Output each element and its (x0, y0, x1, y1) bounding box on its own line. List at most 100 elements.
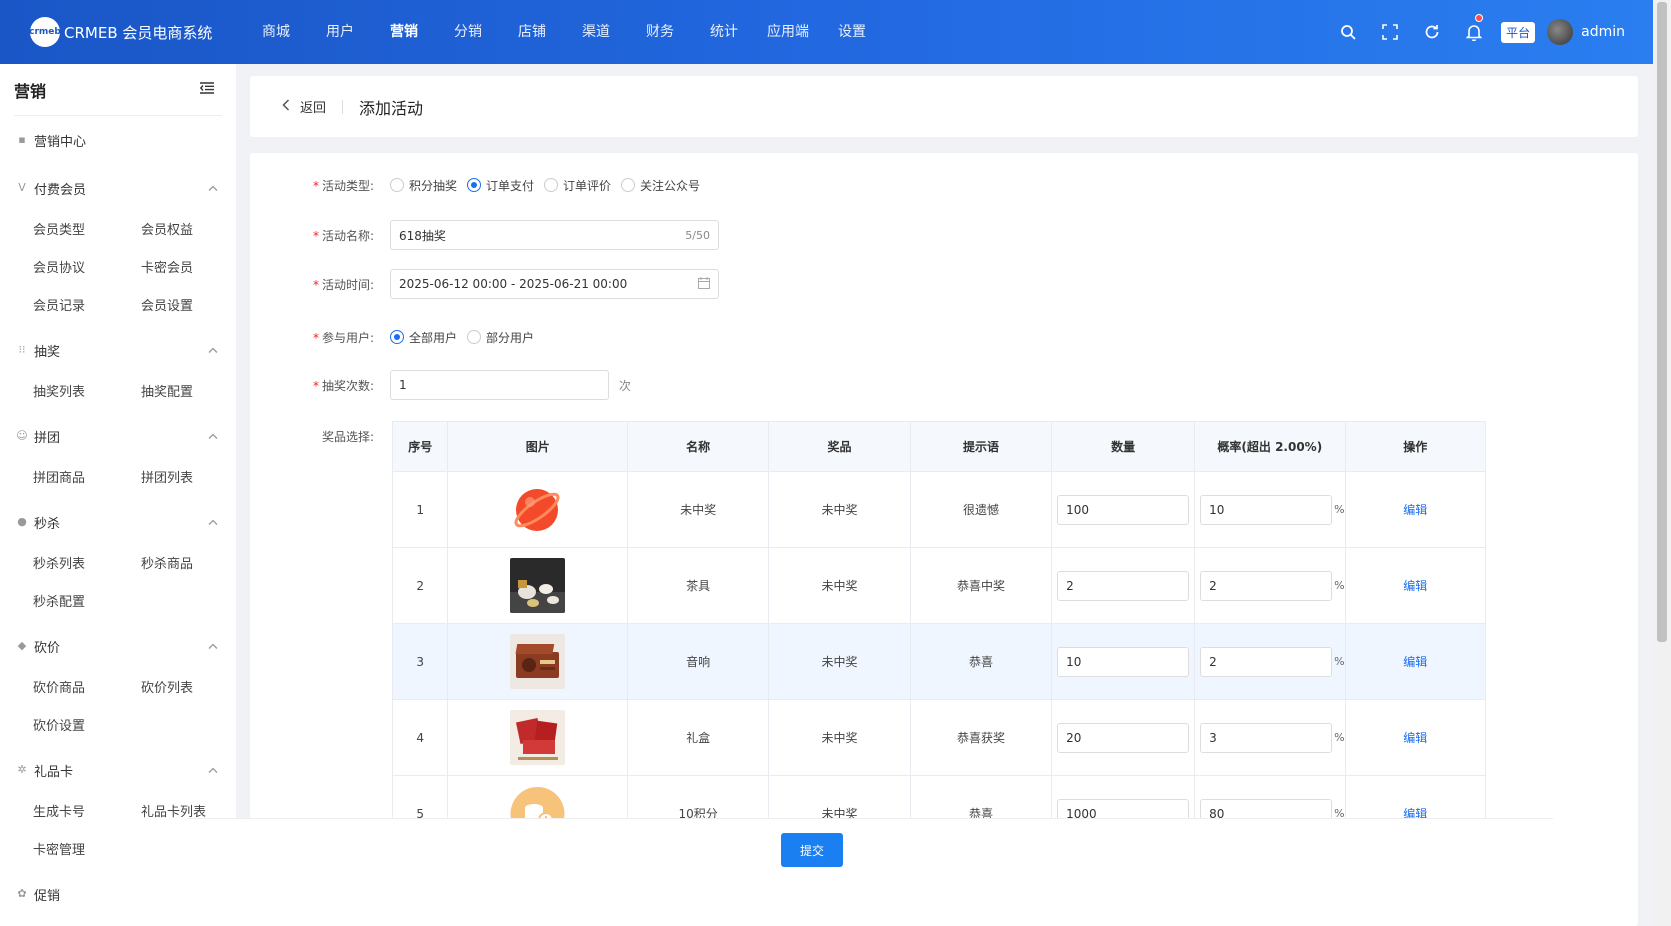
edit-link[interactable]: 编辑 (1403, 503, 1427, 517)
activity-name-input[interactable]: 618抽奖 5/50 (390, 220, 719, 250)
activity-time-picker[interactable]: 2025-06-12 00:00 - 2025-06-21 00:00 (390, 269, 719, 299)
radio-option[interactable]: 部分用户 (467, 329, 534, 346)
tag-icon: ◆ (17, 639, 27, 652)
radio-circle[interactable] (390, 330, 404, 344)
radio-circle[interactable] (390, 178, 404, 192)
sidebar-item[interactable]: 秒杀商品 (141, 546, 249, 584)
edit-link[interactable]: 编辑 (1403, 579, 1427, 593)
sidebar-item[interactable]: 会员类型 (33, 212, 141, 250)
edit-link[interactable]: 编辑 (1403, 655, 1427, 669)
sidebar-item[interactable]: 生成卡号 (33, 794, 141, 832)
sidebar-item[interactable]: 卡密管理 (33, 832, 141, 870)
quantity-input[interactable]: 100 (1057, 494, 1190, 525)
search-icon[interactable] (1327, 0, 1369, 64)
sidebar-subgroup: 拼团商品 拼团列表 (0, 460, 236, 498)
radio-option[interactable]: 积分抽奖 (390, 177, 457, 194)
notification-dot (1475, 14, 1484, 22)
percent-sign: % (1334, 503, 1345, 516)
sidebar-subgroup: 会员类型 会员权益 会员协议 卡密会员 会员记录 会员设置 (0, 212, 236, 326)
topnav-item-7[interactable]: 统计 (692, 0, 756, 64)
chevron-up-icon[interactable] (208, 343, 218, 358)
activity-time-label: 活动时间: (321, 277, 374, 292)
sidebar-section-6[interactable]: ✲ 礼品卡 (0, 746, 236, 794)
topnav-item-5[interactable]: 渠道 (564, 0, 628, 64)
radio-circle[interactable] (544, 178, 559, 192)
username[interactable]: admin (1581, 24, 1625, 40)
draw-times-input[interactable]: 1 (390, 370, 609, 400)
topnav-item-6[interactable]: 财务 (628, 0, 692, 64)
sidebar-item[interactable]: 拼团商品 (33, 460, 141, 498)
chevron-up-icon[interactable] (208, 429, 218, 444)
sidebar-item[interactable]: 会员权益 (141, 212, 249, 250)
topnav-item-0[interactable]: 商城 (244, 0, 308, 64)
collapse-menu-icon[interactable] (199, 82, 214, 97)
topnav-item-9[interactable]: 设置 (820, 0, 884, 64)
chevron-up-icon[interactable] (208, 639, 218, 654)
chevron-up-icon[interactable] (208, 515, 218, 530)
radio-option[interactable]: 全部用户 (390, 329, 457, 346)
refresh-icon[interactable] (1411, 0, 1453, 64)
quantity-input[interactable]: 20 (1057, 722, 1190, 753)
sidebar-item[interactable]: 砍价列表 (141, 670, 249, 708)
sidebar-item[interactable]: 秒杀配置 (33, 584, 141, 622)
submit-button[interactable]: 提交 (781, 833, 843, 867)
topnav-item-3[interactable]: 分销 (436, 0, 500, 64)
sidebar-item[interactable]: 会员记录 (33, 288, 141, 326)
back-button[interactable]: 返回 (282, 97, 326, 116)
sidebar-item[interactable]: 会员协议 (33, 250, 141, 288)
sidebar-section-4[interactable]: ● 秒杀 (0, 498, 236, 546)
row-number: 1 (391, 471, 449, 548)
row-number: 4 (391, 699, 449, 776)
sidebar-item[interactable]: 砍价设置 (33, 708, 141, 746)
sidebar-item[interactable]: 秒杀列表 (33, 546, 141, 584)
rate-cell: 2% (1194, 547, 1346, 624)
draw-times-label: 抽奖次数: (321, 378, 374, 393)
scrollbar-thumb[interactable] (1657, 2, 1667, 642)
prize-tip: 恭喜 (909, 623, 1053, 700)
topnav-item-4[interactable]: 店铺 (500, 0, 564, 64)
avatar[interactable] (1547, 19, 1574, 45)
rate-input[interactable]: 3 (1200, 722, 1333, 753)
radio-circle[interactable] (467, 178, 482, 192)
bell-icon[interactable] (1453, 0, 1495, 64)
platform-badge[interactable]: 平台 (1501, 21, 1536, 43)
sidebar-section-2[interactable]: ⁝⁝ 抽奖 (0, 326, 236, 374)
quantity-input[interactable]: 10 (1057, 646, 1190, 677)
rate-input[interactable]: 10 (1200, 494, 1333, 525)
participants-radios: 全部用户 部分用户 (390, 329, 544, 346)
sidebar-item[interactable]: 抽奖配置 (141, 374, 249, 412)
prize-name: 礼盒 (626, 699, 770, 776)
page-scrollbar[interactable] (1653, 0, 1671, 926)
chevron-up-icon[interactable] (208, 763, 218, 778)
radio-option[interactable]: 订单支付 (467, 177, 534, 194)
topnav-item-1[interactable]: 用户 (308, 0, 372, 64)
radio-option[interactable]: 关注公众号 (621, 177, 700, 194)
edit-link[interactable]: 编辑 (1403, 731, 1427, 745)
quantity-input[interactable]: 2 (1057, 570, 1190, 601)
radio-circle[interactable] (467, 330, 482, 344)
logo[interactable]: crmeb CRMEB 会员电商系统 (0, 17, 240, 47)
back-label: 返回 (300, 101, 327, 116)
quantity-cell: 20 (1051, 699, 1196, 776)
topnav-item-8[interactable]: 应用端 (756, 0, 820, 64)
radio-circle[interactable] (621, 178, 636, 192)
sidebar-item[interactable]: 抽奖列表 (33, 374, 141, 412)
rate-input[interactable]: 2 (1200, 646, 1333, 677)
radio-label: 部分用户 (486, 330, 535, 345)
draw-times-value: 1 (399, 378, 407, 392)
chevron-left-icon (282, 98, 290, 115)
sidebar-item[interactable]: 砍价商品 (33, 670, 141, 708)
sidebar-section-3[interactable]: ☺ 拼团 (0, 412, 236, 460)
topnav-item-2[interactable]: 营销 (372, 0, 436, 64)
chevron-up-icon[interactable] (208, 181, 218, 196)
radio-option[interactable]: 订单评价 (544, 177, 611, 194)
sidebar-section-5[interactable]: ◆ 砍价 (0, 622, 236, 670)
sidebar-item[interactable]: 卡密会员 (141, 250, 249, 288)
sidebar-section-0[interactable]: ▪ 营销中心 (0, 116, 236, 164)
sidebar-item[interactable]: 会员设置 (141, 288, 249, 326)
rate-input[interactable]: 2 (1200, 570, 1333, 601)
sidebar-section-1[interactable]: V 付费会员 (0, 164, 236, 212)
fullscreen-icon[interactable] (1369, 0, 1411, 64)
action-cell: 编辑 (1344, 699, 1487, 776)
sidebar-item[interactable]: 拼团列表 (141, 460, 249, 498)
